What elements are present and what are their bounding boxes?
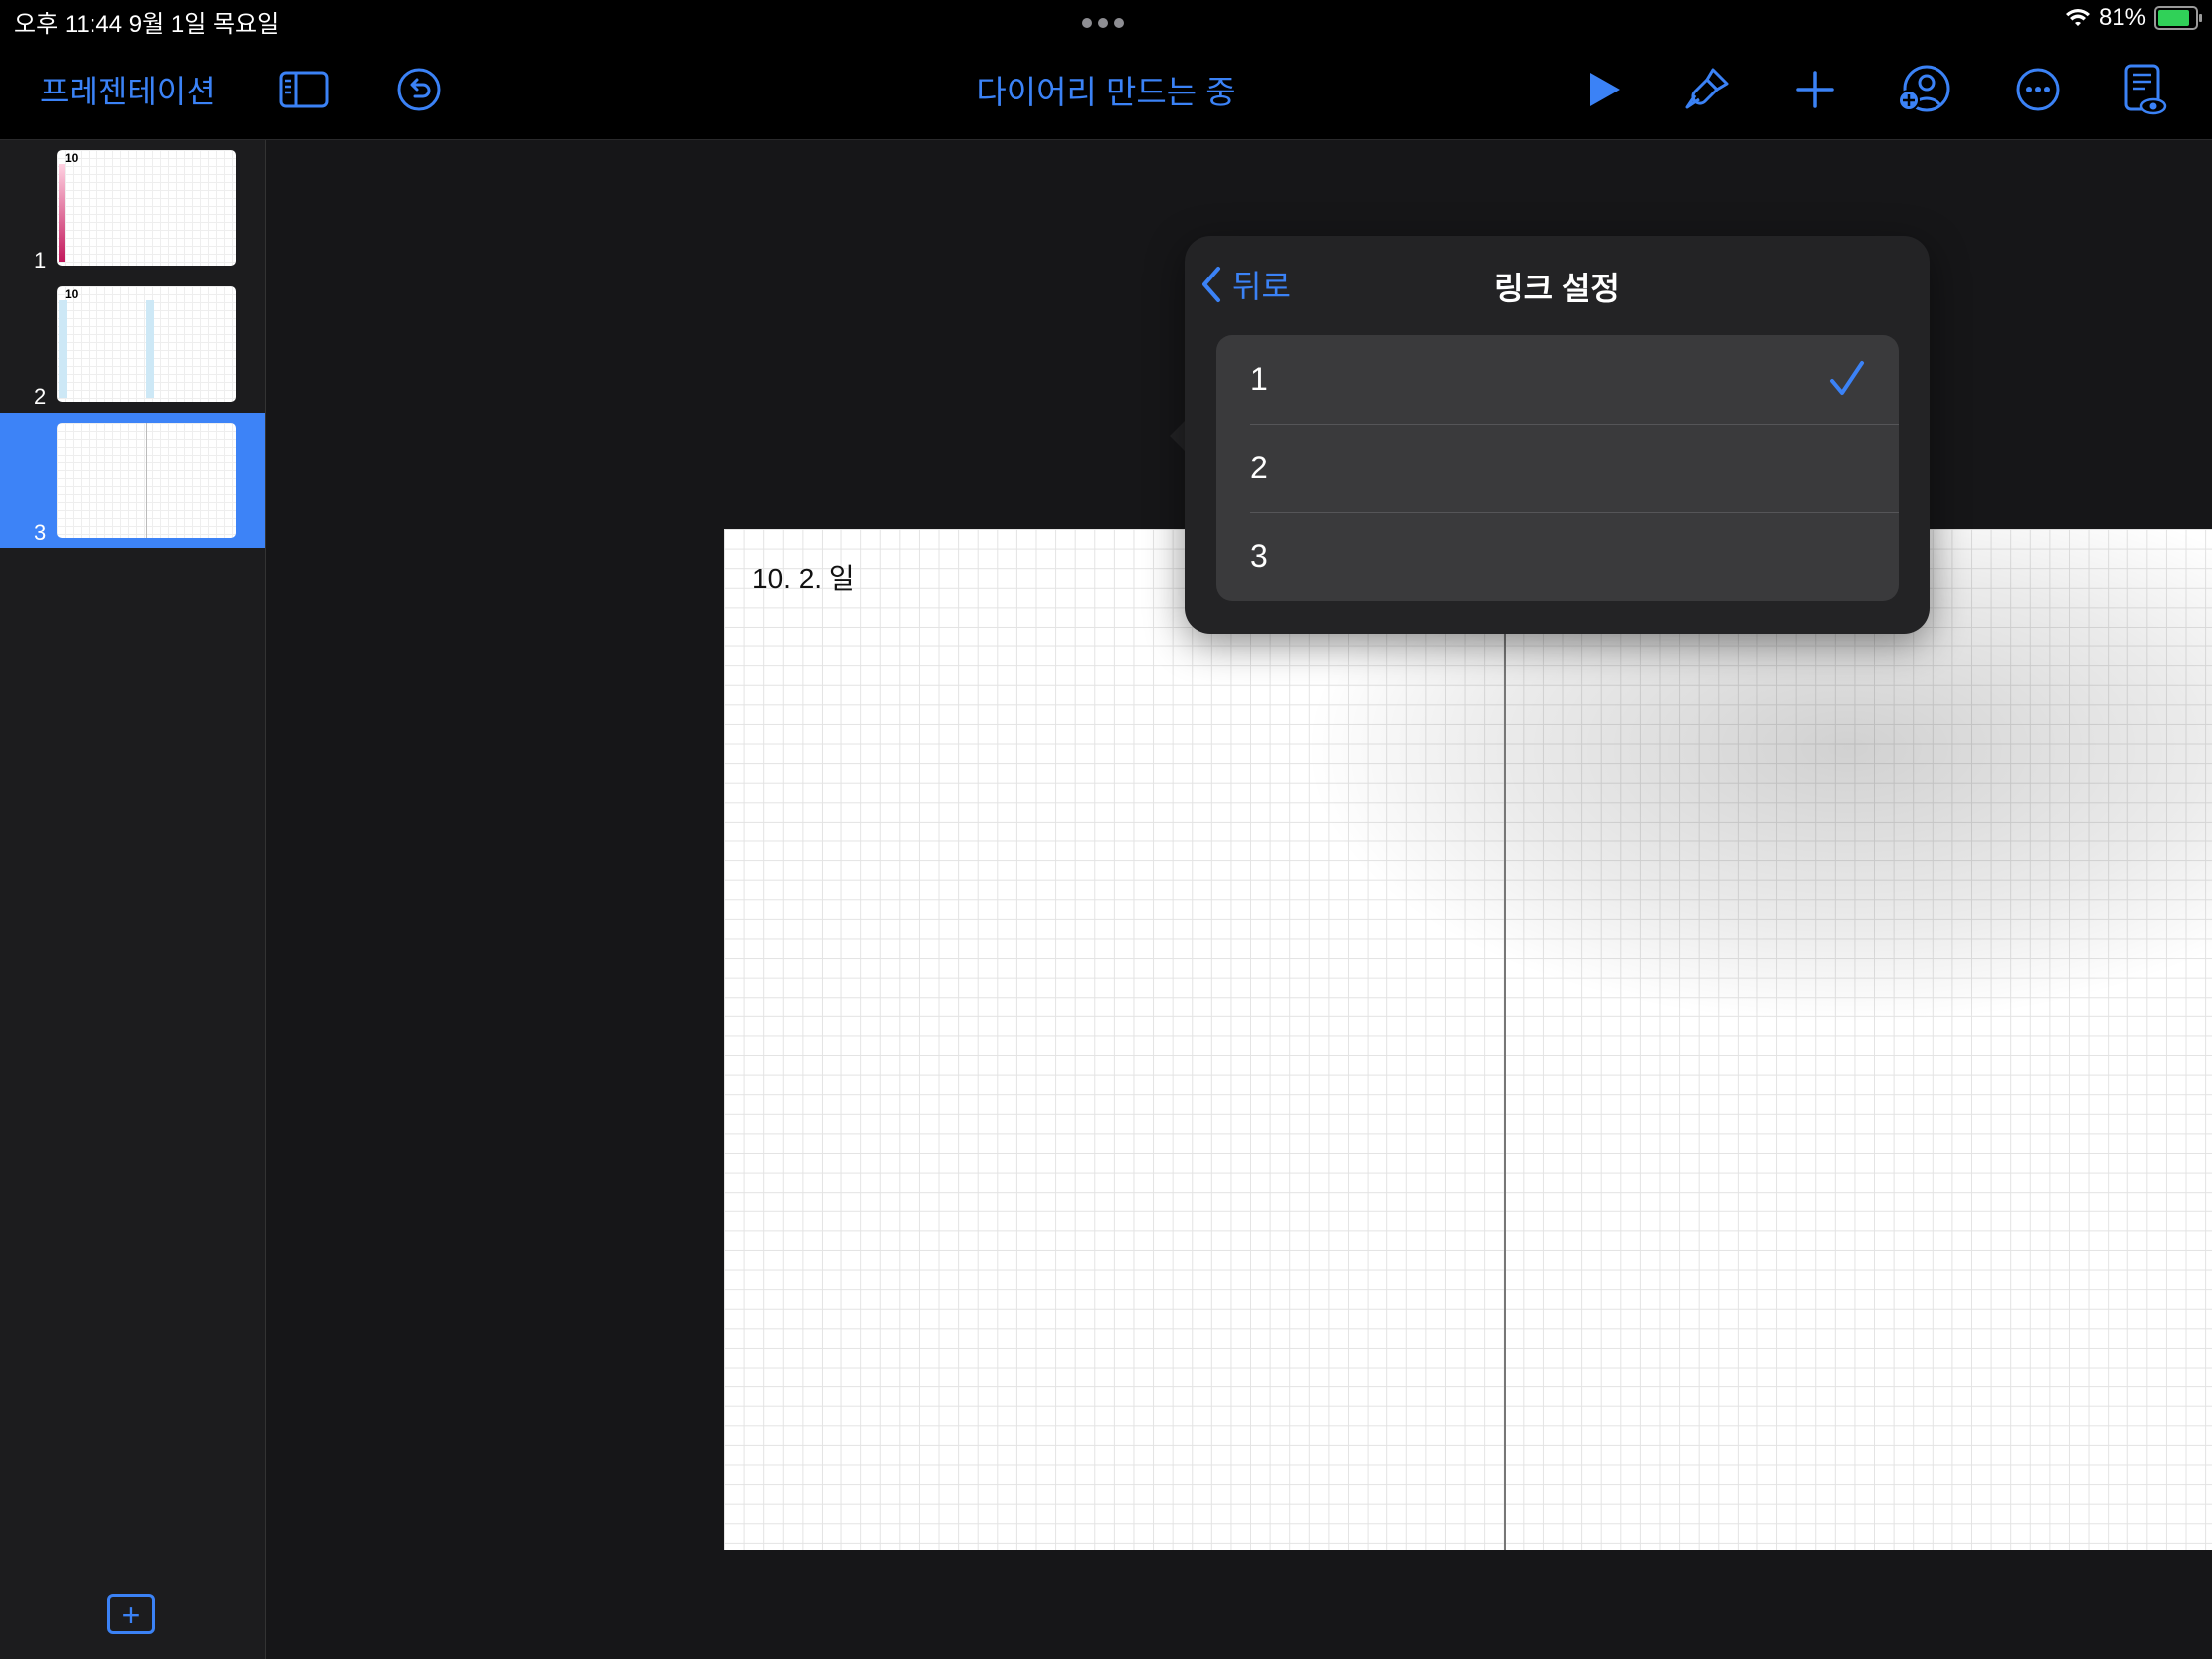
plus-icon: [1796, 71, 1834, 108]
format-button[interactable]: [1681, 62, 1733, 117]
link-option-3[interactable]: 3: [1216, 512, 1899, 601]
more-icon: [2016, 68, 2060, 111]
document-title[interactable]: 다이어리 만드는 중: [976, 74, 1235, 110]
battery-charging-icon: [2154, 6, 2202, 30]
option-label: 1: [1250, 361, 1268, 397]
thumbnail-header: 10: [65, 151, 79, 165]
popover-title: 링크 설정: [1494, 271, 1620, 306]
sidebar-toggle-icon: [279, 71, 329, 108]
play-button[interactable]: [1579, 62, 1627, 117]
status-time-date: 오후 11:44 9월 1일 목요일: [14, 11, 279, 38]
slide-navigator: 10 1 10 2 3 +: [0, 140, 266, 1659]
undo-button[interactable]: [394, 62, 444, 117]
slide-thumbnail[interactable]: 10: [57, 150, 236, 266]
slide-number: 2: [34, 384, 47, 409]
sidebar-toggle-button[interactable]: [276, 62, 332, 117]
page-divider: [1504, 529, 1506, 1550]
add-slide-button[interactable]: +: [107, 1594, 155, 1634]
link-option-1[interactable]: 1: [1216, 335, 1899, 424]
collaborate-icon: [1898, 65, 1950, 112]
multitasking-dots[interactable]: [1082, 18, 1124, 28]
slide-number: 3: [34, 520, 47, 545]
slide-date-text[interactable]: 10. 2. 일: [752, 557, 855, 597]
presentations-label: 프레젠테이션: [40, 74, 216, 109]
presenter-notes-button[interactable]: [2120, 62, 2170, 117]
back-label: 뒤로: [1232, 269, 1291, 304]
link-option-2[interactable]: 2: [1216, 424, 1899, 512]
more-button[interactable]: [2013, 62, 2063, 117]
slide-thumbnail-row[interactable]: 10 2: [0, 276, 265, 412]
toolbar: 프레젠테이션 다이어리 만드는 중: [0, 44, 2212, 140]
status-bar: 오후 11:44 9월 1일 목요일 81%: [0, 0, 2212, 44]
undo-icon: [397, 68, 441, 111]
slide-number: 1: [34, 248, 47, 273]
slide-link-options: 1 2 3: [1216, 335, 1899, 601]
option-label: 2: [1250, 450, 1268, 485]
slide-thumbnail[interactable]: [57, 423, 236, 538]
checkmark-icon: [1830, 361, 1864, 395]
thumbnail-header: 10: [65, 287, 79, 301]
presenter-notes-icon: [2124, 64, 2167, 115]
slide-thumbnail-row[interactable]: 10 1: [0, 140, 265, 276]
plus-icon: +: [121, 1597, 141, 1633]
wifi-icon: [2065, 9, 2090, 26]
presentations-back-button[interactable]: 프레젠테이션: [40, 62, 216, 117]
add-button[interactable]: [1792, 62, 1838, 117]
slide-thumbnail-row-selected[interactable]: 3: [0, 413, 265, 548]
chevron-left-icon: [1202, 267, 1220, 302]
link-settings-popover: 뒤로 링크 설정 1 2 3: [1185, 236, 1930, 634]
format-brush-icon: [1685, 68, 1729, 109]
back-button[interactable]: 뒤로: [1200, 262, 1291, 307]
battery-percent: 81%: [2098, 4, 2146, 31]
status-right: 81%: [2065, 4, 2202, 32]
play-icon: [1590, 73, 1620, 106]
slide-thumbnail[interactable]: 10: [57, 286, 236, 402]
slide[interactable]: 10. 2. 일: [724, 529, 2212, 1550]
collaborate-button[interactable]: [1896, 62, 1951, 117]
option-label: 3: [1250, 538, 1268, 574]
